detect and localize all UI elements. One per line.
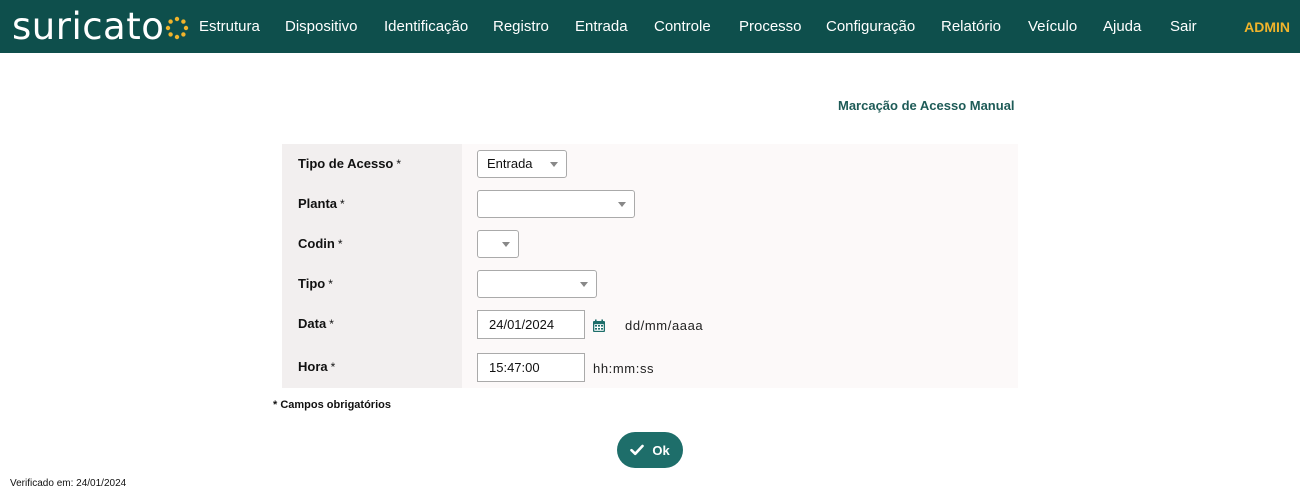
nav-sair[interactable]: Sair — [1170, 18, 1197, 36]
verified-date: Verificado em: 24/01/2024 — [10, 478, 127, 489]
data-format-hint: dd/mm/aaaa — [625, 318, 704, 333]
required-mark: * — [328, 277, 333, 291]
nav-relatorio[interactable]: Relatório — [941, 18, 1001, 36]
required-mark: * — [340, 197, 345, 211]
nav-configuracao[interactable]: Configuração — [826, 18, 915, 36]
nav-processo[interactable]: Processo — [739, 18, 802, 36]
nav-estrutura[interactable]: Estrutura — [199, 18, 260, 36]
calendar-icon[interactable] — [592, 319, 606, 333]
manual-access-form: Tipo de Acesso * Entrada Planta * Codin * T… — [282, 144, 1018, 388]
tipo-acesso-select[interactable]: Entrada — [477, 150, 567, 178]
nav-controle[interactable]: Controle — [654, 18, 711, 36]
logo-dots-icon — [166, 16, 189, 39]
required-mark: * — [330, 360, 336, 374]
required-mark: * — [329, 317, 334, 331]
required-mark: * — [396, 157, 402, 171]
check-icon — [630, 444, 645, 456]
user-name[interactable]: ADMIN — [1244, 18, 1290, 36]
nav-veiculo[interactable]: Veículo — [1028, 18, 1077, 36]
chevron-down-icon — [502, 242, 510, 247]
required-fields-note: * Campos obrigatórios — [273, 399, 391, 411]
tipo-acesso-label: Tipo de Acesso * — [298, 156, 402, 171]
suricato-logo[interactable]: suricato — [12, 3, 189, 49]
codin-label: Codin * — [298, 236, 343, 251]
planta-label: Planta * — [298, 196, 345, 211]
nav-entrada[interactable]: Entrada — [575, 18, 628, 36]
hora-input[interactable]: 15:47:00 — [477, 353, 585, 382]
tipo-label: Tipo * — [298, 276, 333, 291]
chevron-down-icon — [618, 202, 626, 207]
nav-dispositivo[interactable]: Dispositivo — [285, 18, 358, 36]
codin-select[interactable] — [477, 230, 519, 258]
nav-identificacao[interactable]: Identificação — [384, 18, 468, 36]
data-input[interactable]: 24/01/2024 — [477, 310, 585, 339]
nav-ajuda[interactable]: Ajuda — [1103, 18, 1141, 36]
hora-label: Hora * — [298, 359, 336, 374]
chevron-down-icon — [580, 282, 588, 287]
required-mark: * — [337, 237, 343, 251]
tipo-select[interactable] — [477, 270, 597, 298]
top-navigation-bar: suricato Estrutura Dispositivo Identific… — [0, 0, 1300, 53]
label-column — [282, 144, 462, 388]
data-label: Data * — [298, 316, 334, 331]
nav-registro[interactable]: Registro — [493, 18, 549, 36]
chevron-down-icon — [550, 162, 558, 167]
planta-select[interactable] — [477, 190, 635, 218]
logo-text: suricato — [12, 4, 165, 48]
hora-format-hint: hh:mm:ss — [593, 361, 655, 376]
ok-button[interactable]: Ok — [617, 432, 683, 468]
page-title: Marcação de Acesso Manual — [838, 98, 1015, 113]
ok-button-label: Ok — [652, 442, 670, 458]
